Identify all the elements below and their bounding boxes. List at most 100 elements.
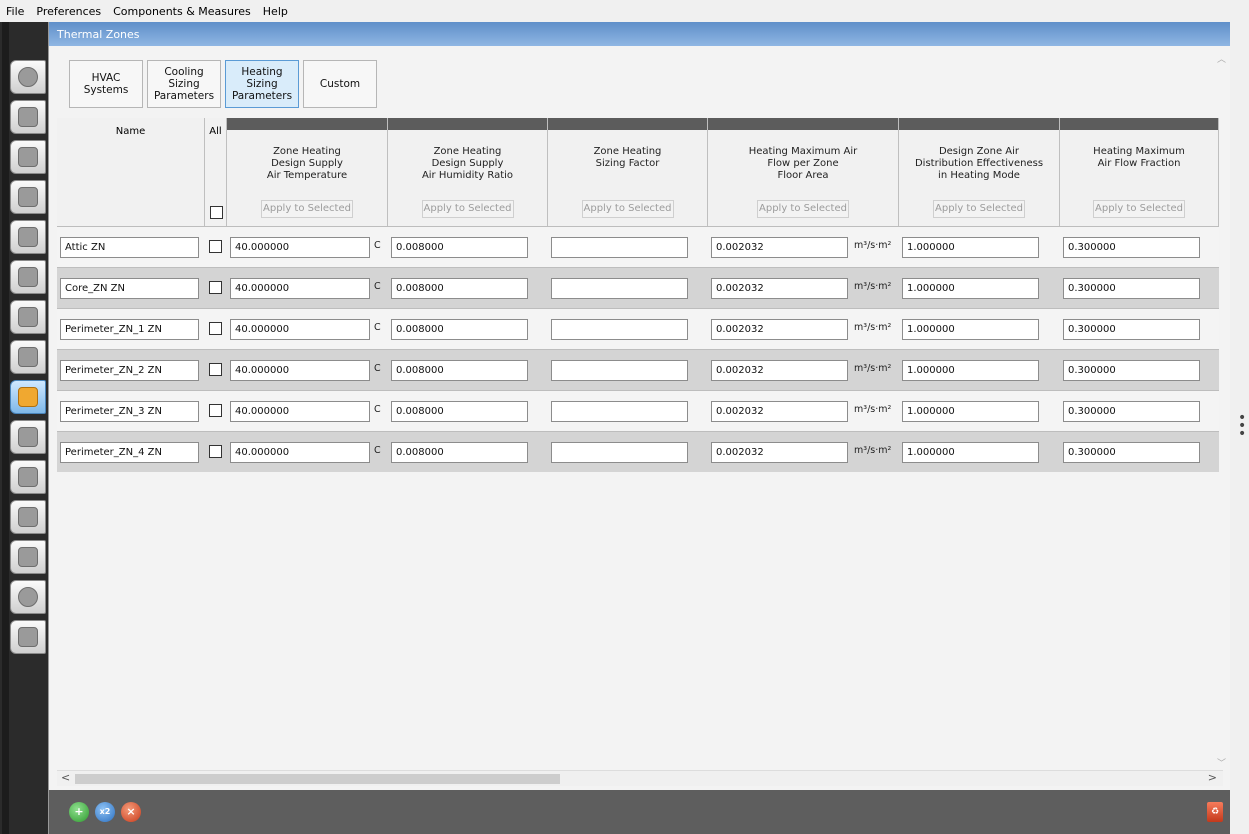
column-header-label: Heating Maximum Air Flow Fraction <box>1093 146 1185 169</box>
constructions-icon <box>18 147 38 167</box>
distribution-effectiveness-field[interactable]: 1.000000 <box>902 278 1039 299</box>
sidebar-tab-space-types[interactable] <box>10 220 46 254</box>
apply-to-selected-button[interactable]: Apply to Selected <box>1093 200 1185 218</box>
apply-to-selected-button[interactable]: Apply to Selected <box>421 200 514 218</box>
horizontal-scrollbar[interactable]: < > <box>57 770 1223 786</box>
scroll-right-arrow-icon[interactable]: > <box>1208 771 1217 784</box>
design-supply-air-humidity-ratio-field[interactable]: 0.008000 <box>391 401 528 422</box>
sidebar-tab-variables[interactable] <box>10 460 46 494</box>
sidebar-tab-simulation-settings[interactable] <box>10 500 46 534</box>
row-select-checkbox[interactable] <box>209 445 222 458</box>
heating-sizing-factor-field[interactable] <box>551 401 688 422</box>
max-air-flow-per-floor-area-field[interactable]: 0.002032 <box>711 360 848 381</box>
menu-file[interactable]: File <box>6 5 24 18</box>
column-header-name[interactable]: Name <box>57 118 205 226</box>
scroll-up-arrow-icon[interactable]: ︿ <box>1217 52 1226 65</box>
row-select-checkbox[interactable] <box>209 281 222 294</box>
zone-name-field[interactable]: Core_ZN ZN <box>60 278 199 299</box>
distribution-effectiveness-field[interactable]: 1.000000 <box>902 319 1039 340</box>
heating-sizing-factor-field[interactable] <box>551 360 688 381</box>
table-row: Perimeter_ZN_1 ZN 40.000000 0.008000 0.0020… <box>57 308 1219 349</box>
subtab-custom[interactable]: Custom <box>303 60 377 108</box>
sidebar-tab-hvac-systems[interactable] <box>10 420 46 454</box>
sidebar-tab-geometry[interactable] <box>10 260 46 294</box>
sidebar-tab-schedules[interactable] <box>10 100 46 134</box>
max-air-flow-per-floor-area-field[interactable]: 0.002032 <box>711 442 848 463</box>
row-select-checkbox[interactable] <box>209 363 222 376</box>
table-row: Attic ZN 40.000000 0.008000 0.002032 1.00000… <box>57 226 1219 267</box>
heating-sizing-factor-field[interactable] <box>551 442 688 463</box>
flow-unit: m³/s·m² <box>854 363 892 374</box>
design-supply-air-temperature-field[interactable]: 40.000000 <box>230 360 370 381</box>
menu-components-measures[interactable]: Components & Measures <box>113 5 251 18</box>
design-supply-air-temperature-field[interactable]: 40.000000 <box>230 237 370 258</box>
sidebar-tab-facility[interactable] <box>10 300 46 334</box>
copy-icon[interactable]: x2 <box>95 802 115 822</box>
sidebar-tab-constructions[interactable] <box>10 140 46 174</box>
row-select-checkbox[interactable] <box>209 240 222 253</box>
design-supply-air-temperature-field[interactable]: 40.000000 <box>230 442 370 463</box>
max-air-flow-fraction-field[interactable]: 0.300000 <box>1063 278 1200 299</box>
subtab-cooling-sizing[interactable]: Cooling Sizing Parameters <box>147 60 221 108</box>
subtab-heating-sizing[interactable]: Heating Sizing Parameters <box>225 60 299 108</box>
max-air-flow-fraction-field[interactable]: 0.300000 <box>1063 401 1200 422</box>
add-icon[interactable]: + <box>69 802 89 822</box>
scroll-down-arrow-icon[interactable]: ﹀ <box>1217 756 1226 769</box>
drag-handle-icon[interactable]: • • • <box>1238 411 1246 441</box>
heating-sizing-factor-field[interactable] <box>551 237 688 258</box>
distribution-effectiveness-field[interactable]: 1.000000 <box>902 401 1039 422</box>
facility-icon <box>18 307 38 327</box>
purge-icon[interactable]: ♻ <box>1207 802 1223 822</box>
apply-to-selected-button[interactable]: Apply to Selected <box>261 200 353 218</box>
row-select-checkbox[interactable] <box>209 404 222 417</box>
design-supply-air-temperature-field[interactable]: 40.000000 <box>230 278 370 299</box>
zone-name-field[interactable]: Perimeter_ZN_3 ZN <box>60 401 199 422</box>
sidebar-tab-run-simulation[interactable] <box>10 580 46 614</box>
right-edge-handle[interactable]: • • • <box>1230 22 1249 834</box>
max-air-flow-fraction-field[interactable]: 0.300000 <box>1063 237 1200 258</box>
design-supply-air-humidity-ratio-field[interactable]: 0.008000 <box>391 319 528 340</box>
distribution-effectiveness-field[interactable]: 1.000000 <box>902 442 1039 463</box>
subtab-hvac-systems[interactable]: HVAC Systems <box>69 60 143 108</box>
menu-help[interactable]: Help <box>263 5 288 18</box>
max-air-flow-per-floor-area-field[interactable]: 0.002032 <box>711 401 848 422</box>
sidebar-tab-results[interactable] <box>10 620 46 654</box>
sidebar-tab-site[interactable] <box>10 60 46 94</box>
heating-sizing-factor-field[interactable] <box>551 278 688 299</box>
zone-name-field[interactable]: Perimeter_ZN_4 ZN <box>60 442 199 463</box>
remove-icon[interactable]: × <box>121 802 141 822</box>
max-air-flow-fraction-field[interactable]: 0.300000 <box>1063 360 1200 381</box>
zone-name-field[interactable]: Perimeter_ZN_1 ZN <box>60 319 199 340</box>
zone-name-field[interactable]: Perimeter_ZN_2 ZN <box>60 360 199 381</box>
select-all-checkbox[interactable] <box>210 206 223 219</box>
max-air-flow-fraction-field[interactable]: 0.300000 <box>1063 319 1200 340</box>
apply-to-selected-button[interactable]: Apply to Selected <box>757 200 849 218</box>
apply-to-selected-button[interactable]: Apply to Selected <box>933 200 1025 218</box>
scroll-left-arrow-icon[interactable]: < <box>61 771 70 784</box>
sidebar-tab-spaces[interactable] <box>10 340 46 374</box>
max-air-flow-fraction-field[interactable]: 0.300000 <box>1063 442 1200 463</box>
run-simulation-icon <box>18 587 38 607</box>
apply-to-selected-button[interactable]: Apply to Selected <box>581 200 674 218</box>
sidebar-tab-measures[interactable] <box>10 540 46 574</box>
distribution-effectiveness-field[interactable]: 1.000000 <box>902 237 1039 258</box>
design-supply-air-humidity-ratio-field[interactable]: 0.008000 <box>391 278 528 299</box>
scrollbar-thumb[interactable] <box>75 774 560 784</box>
sidebar-tab-loads[interactable] <box>10 180 46 214</box>
zone-name-field[interactable]: Attic ZN <box>60 237 199 258</box>
design-supply-air-humidity-ratio-field[interactable]: 0.008000 <box>391 360 528 381</box>
table-row: Perimeter_ZN_2 ZN 40.000000 0.008000 0.0020… <box>57 349 1219 390</box>
row-select-checkbox[interactable] <box>209 322 222 335</box>
heating-sizing-factor-field[interactable] <box>551 319 688 340</box>
design-supply-air-humidity-ratio-field[interactable]: 0.008000 <box>391 237 528 258</box>
table-row: Core_ZN ZN 40.000000 0.008000 0.002032 1.000… <box>57 267 1219 308</box>
design-supply-air-temperature-field[interactable]: 40.000000 <box>230 401 370 422</box>
design-supply-air-temperature-field[interactable]: 40.000000 <box>230 319 370 340</box>
max-air-flow-per-floor-area-field[interactable]: 0.002032 <box>711 278 848 299</box>
max-air-flow-per-floor-area-field[interactable]: 0.002032 <box>711 319 848 340</box>
sidebar-tab-thermal-zones[interactable] <box>10 380 46 414</box>
max-air-flow-per-floor-area-field[interactable]: 0.002032 <box>711 237 848 258</box>
distribution-effectiveness-field[interactable]: 1.000000 <box>902 360 1039 381</box>
design-supply-air-humidity-ratio-field[interactable]: 0.008000 <box>391 442 528 463</box>
menu-preferences[interactable]: Preferences <box>36 5 101 18</box>
